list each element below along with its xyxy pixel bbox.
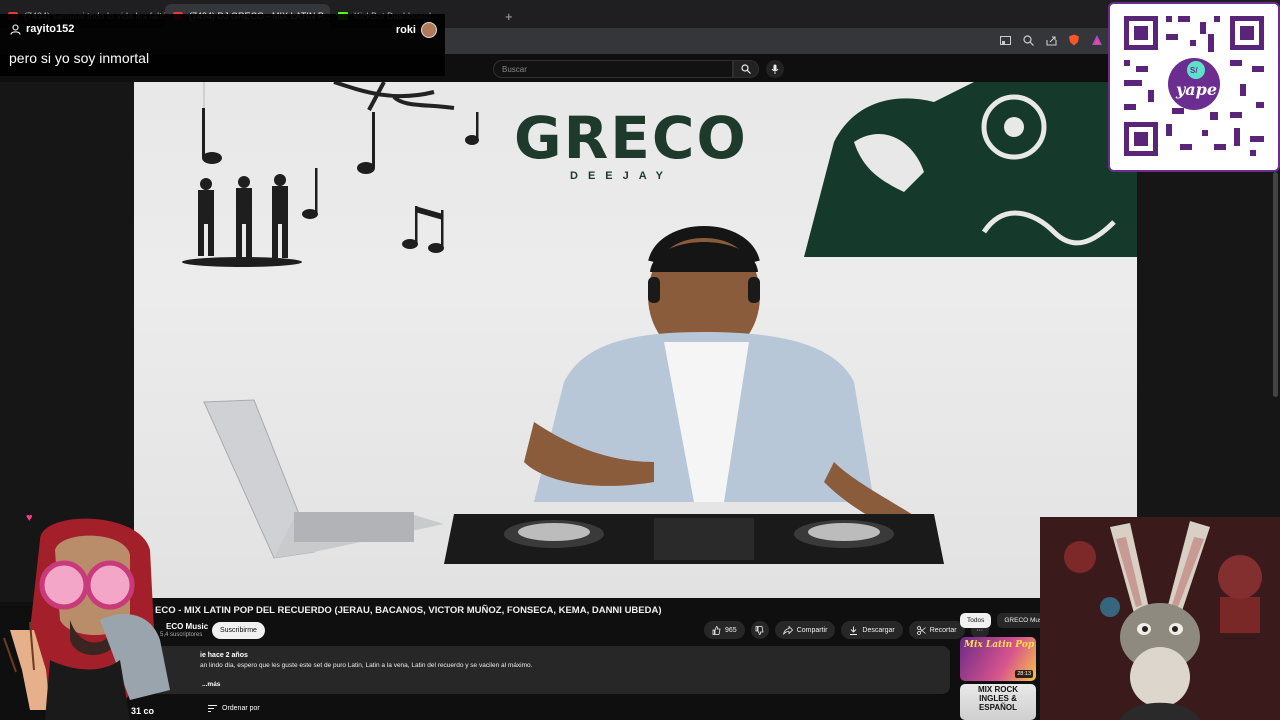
new-tab-button[interactable]: + xyxy=(495,9,523,28)
description-box[interactable]: ie hace 2 años an lindo día, espero que … xyxy=(150,646,950,694)
like-button[interactable]: 965 xyxy=(704,621,745,639)
page-scrollbar[interactable] xyxy=(1273,172,1278,397)
dislike-button[interactable] xyxy=(750,621,769,639)
streamer-name: roki xyxy=(395,24,416,36)
share-button[interactable]: Compartir xyxy=(774,621,836,639)
chat-message: pero si yo soy inmortal xyxy=(9,50,150,66)
video-player[interactable]: GRECO DEEJAY xyxy=(134,82,1137,598)
thumbs-down-icon xyxy=(755,625,764,635)
heart-icon: ♥ xyxy=(26,512,33,524)
chip-all[interactable]: Todos xyxy=(960,613,992,628)
screen: (7494) samurai todo lo vida les faltó (7… xyxy=(0,0,1280,720)
thumbnail-title: Mix Latin Pop xyxy=(964,640,1035,650)
thumbs-up-icon xyxy=(712,625,721,635)
description-text: an lindo día, espero que les guste este … xyxy=(200,662,533,669)
scissors-icon xyxy=(916,625,926,635)
chat-username: rayito152 xyxy=(26,23,75,35)
clip-label: Recortar xyxy=(929,626,957,634)
mic-icon xyxy=(771,64,779,74)
voice-search-button[interactable] xyxy=(766,60,784,78)
sort-comments-button[interactable]: Ordenar por xyxy=(208,705,260,712)
video-actions: 965 Compartir Descargar Recortar ··· xyxy=(704,621,989,639)
description-meta: ie hace 2 años xyxy=(200,652,248,659)
search-input[interactable]: Buscar xyxy=(493,60,733,78)
yape-logo-text: yape xyxy=(1176,80,1218,99)
share-arrow-icon xyxy=(782,625,793,635)
user-icon xyxy=(10,23,21,35)
thumbnail-title: MIX ROCK INGLES & ESPAÑOL xyxy=(978,685,1018,712)
brave-shield-icon[interactable] xyxy=(1067,33,1081,47)
video-duration: 28:13 xyxy=(1015,670,1033,678)
search-button[interactable] xyxy=(733,60,759,78)
donkey-mask-streamer xyxy=(1040,517,1280,720)
subscribe-button[interactable]: Suscribirme xyxy=(212,622,265,639)
chat-streamer: roki xyxy=(396,22,437,38)
recommended-video-thumbnail[interactable]: MIX ROCK INGLES & ESPAÑOL xyxy=(960,684,1036,720)
brave-rewards-icon[interactable] xyxy=(1090,33,1104,47)
download-label: Descargar xyxy=(862,626,895,634)
sort-label: Ordenar por xyxy=(222,705,260,712)
webcam-overlay xyxy=(1040,517,1280,720)
deejay-logo-text: DEEJAY xyxy=(570,170,674,182)
download-button[interactable]: Descargar xyxy=(841,621,903,639)
vtuber-avatar xyxy=(0,510,200,720)
share-icon[interactable] xyxy=(1044,33,1058,47)
chat-user: rayito152 xyxy=(10,23,74,35)
streamer-avatar xyxy=(421,22,437,38)
video-title: ECO - MIX LATIN POP DEL RECUERDO (JERAU,… xyxy=(155,605,662,616)
share-label: Compartir xyxy=(796,626,828,634)
yape-symbol: S/ xyxy=(1190,66,1198,75)
download-icon xyxy=(850,626,858,635)
clip-button[interactable]: Recortar xyxy=(908,621,965,639)
like-count: 965 xyxy=(725,626,737,634)
greco-logo-text: GRECO xyxy=(514,104,748,172)
description-more-link[interactable]: ...más xyxy=(202,681,220,688)
toolbar-icons xyxy=(998,33,1104,47)
cast-icon[interactable] xyxy=(998,33,1012,47)
sort-icon xyxy=(208,705,217,712)
chat-overlay: rayito152 roki pero si yo soy inmortal xyxy=(0,14,445,76)
yape-qr-code: S/ yape xyxy=(1108,2,1280,172)
search-icon xyxy=(741,64,751,74)
recommended-video-thumbnail[interactable]: Mix Latin Pop 28:13 xyxy=(960,637,1036,681)
zoom-icon[interactable] xyxy=(1021,33,1035,47)
